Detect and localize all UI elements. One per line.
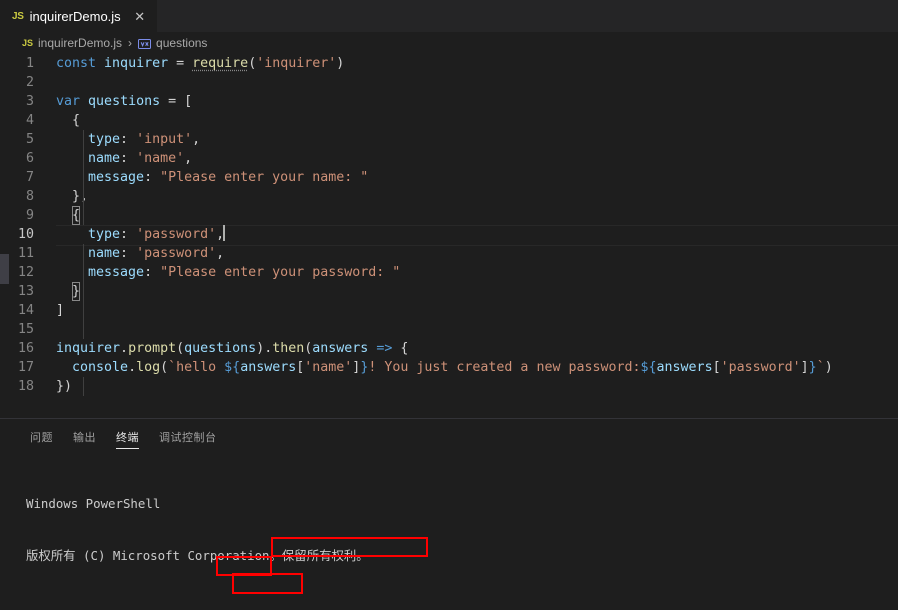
editor-tab-inquirerDemo-js[interactable]: JS inquirerDemo.js ✕ (0, 0, 157, 32)
line-number: 16 (17, 341, 34, 356)
line-number: 9 (25, 208, 34, 223)
panel-tab-bar: 问题 输出 终端 调试控制台 (0, 419, 898, 454)
chevron-right-icon: › (128, 36, 133, 50)
line-number: 2 (25, 75, 34, 90)
bottom-panel: 问题 输出 终端 调试控制台 Windows PowerShell 版权所有 (… (0, 419, 898, 610)
code-line[interactable]: 12 message: "Please enter your password:… (0, 263, 898, 282)
line-content: ] (56, 303, 65, 318)
variable-symbol-icon (138, 38, 152, 50)
indent-guide (83, 130, 84, 225)
line-number: 1 (25, 56, 34, 71)
code-line[interactable]: 17 console.log(`hello ${answers['name']}… (0, 358, 898, 377)
line-content: message: "Please enter your password: " (56, 265, 401, 280)
line-number: 10 (17, 227, 34, 242)
panel-tab-problems[interactable]: 问题 (20, 419, 63, 454)
line-number: 17 (17, 360, 34, 375)
line-number: 14 (17, 303, 34, 318)
indent-guide (83, 244, 84, 339)
terminal-line: Windows PowerShell (26, 495, 161, 511)
vscode-window: JS inquirerDemo.js ✕ JS inquirerDemo.js … (0, 0, 898, 610)
code-line[interactable]: 2 (0, 73, 898, 92)
line-content: }) (56, 379, 73, 394)
code-line[interactable]: 4 { (0, 111, 898, 130)
line-content: type: 'input', (56, 132, 201, 147)
code-line[interactable]: 5 type: 'input', (0, 130, 898, 149)
line-content: name: 'password', (56, 246, 225, 261)
code-line[interactable]: 16 inquirer.prompt(questions).then(answe… (0, 339, 898, 358)
line-number: 7 (25, 170, 34, 185)
line-content: console.log(`hello ${answers['name']}! Y… (56, 360, 833, 375)
code-line[interactable]: 14 ] (0, 301, 898, 320)
terminal-output[interactable]: Windows PowerShell 版权所有 (C) Microsoft Co… (0, 454, 898, 610)
line-content: const inquirer = require('inquirer') (56, 56, 345, 71)
editor-vertical-scrollbar[interactable] (0, 254, 9, 284)
line-number: 6 (25, 151, 34, 166)
line-content: name: 'name', (56, 151, 193, 166)
code-line[interactable]: 13 } (0, 282, 898, 301)
line-number: 13 (17, 284, 34, 299)
panel-tab-debug-console[interactable]: 调试控制台 (149, 419, 227, 454)
code-line[interactable]: 9 { (0, 206, 898, 225)
line-content: { (56, 113, 81, 128)
editor-tab-label: inquirerDemo.js (29, 9, 121, 24)
line-content: { (56, 206, 81, 225)
code-line[interactable]: 11 name: 'password', (0, 244, 898, 263)
line-content: var questions = [ (56, 94, 193, 109)
terminal-line: 版权所有 (C) Microsoft Corporation。保留所有权利。 (26, 548, 369, 564)
js-file-icon: JS (12, 11, 24, 22)
line-content: message: "Please enter your name: " (56, 170, 369, 185)
code-line[interactable]: 15 (0, 320, 898, 339)
code-area[interactable]: 1 const inquirer = require('inquirer') 2… (0, 54, 898, 396)
line-content: inquirer.prompt(questions).then(answers … (56, 341, 409, 356)
line-number: 5 (25, 132, 34, 147)
code-line[interactable]: 3 var questions = [ (0, 92, 898, 111)
bracket-match-close: } (72, 282, 81, 301)
line-number: 4 (25, 113, 34, 128)
code-line[interactable]: 18 }) (0, 377, 898, 396)
js-file-icon: JS (22, 38, 34, 48)
code-editor[interactable]: 1 const inquirer = require('inquirer') 2… (0, 54, 898, 418)
line-number: 3 (25, 94, 34, 109)
line-number: 18 (17, 379, 34, 394)
indent-guide (83, 377, 84, 396)
code-line[interactable]: 7 message: "Please enter your name: " (0, 168, 898, 187)
breadcrumb: JS inquirerDemo.js › questions (0, 32, 898, 54)
panel-tab-terminal[interactable]: 终端 (106, 419, 149, 454)
breadcrumb-file[interactable]: inquirerDemo.js (38, 36, 122, 50)
bracket-match-open: { (72, 206, 81, 225)
code-line-active[interactable]: 10 type: 'password', (0, 225, 898, 246)
code-line[interactable]: 6 name: 'name', (0, 149, 898, 168)
line-number: 15 (17, 322, 34, 337)
line-content: type: 'password', (56, 225, 225, 242)
line-content: } (56, 282, 81, 301)
editor-tab-bar: JS inquirerDemo.js ✕ (0, 0, 898, 32)
close-icon[interactable]: ✕ (133, 10, 147, 23)
code-line[interactable]: 8 }, (0, 187, 898, 206)
code-line[interactable]: 1 const inquirer = require('inquirer') (0, 54, 898, 73)
text-cursor (223, 225, 225, 241)
line-number: 8 (25, 189, 34, 204)
panel-tab-output[interactable]: 输出 (63, 419, 106, 454)
breadcrumb-symbol[interactable]: questions (156, 36, 207, 50)
